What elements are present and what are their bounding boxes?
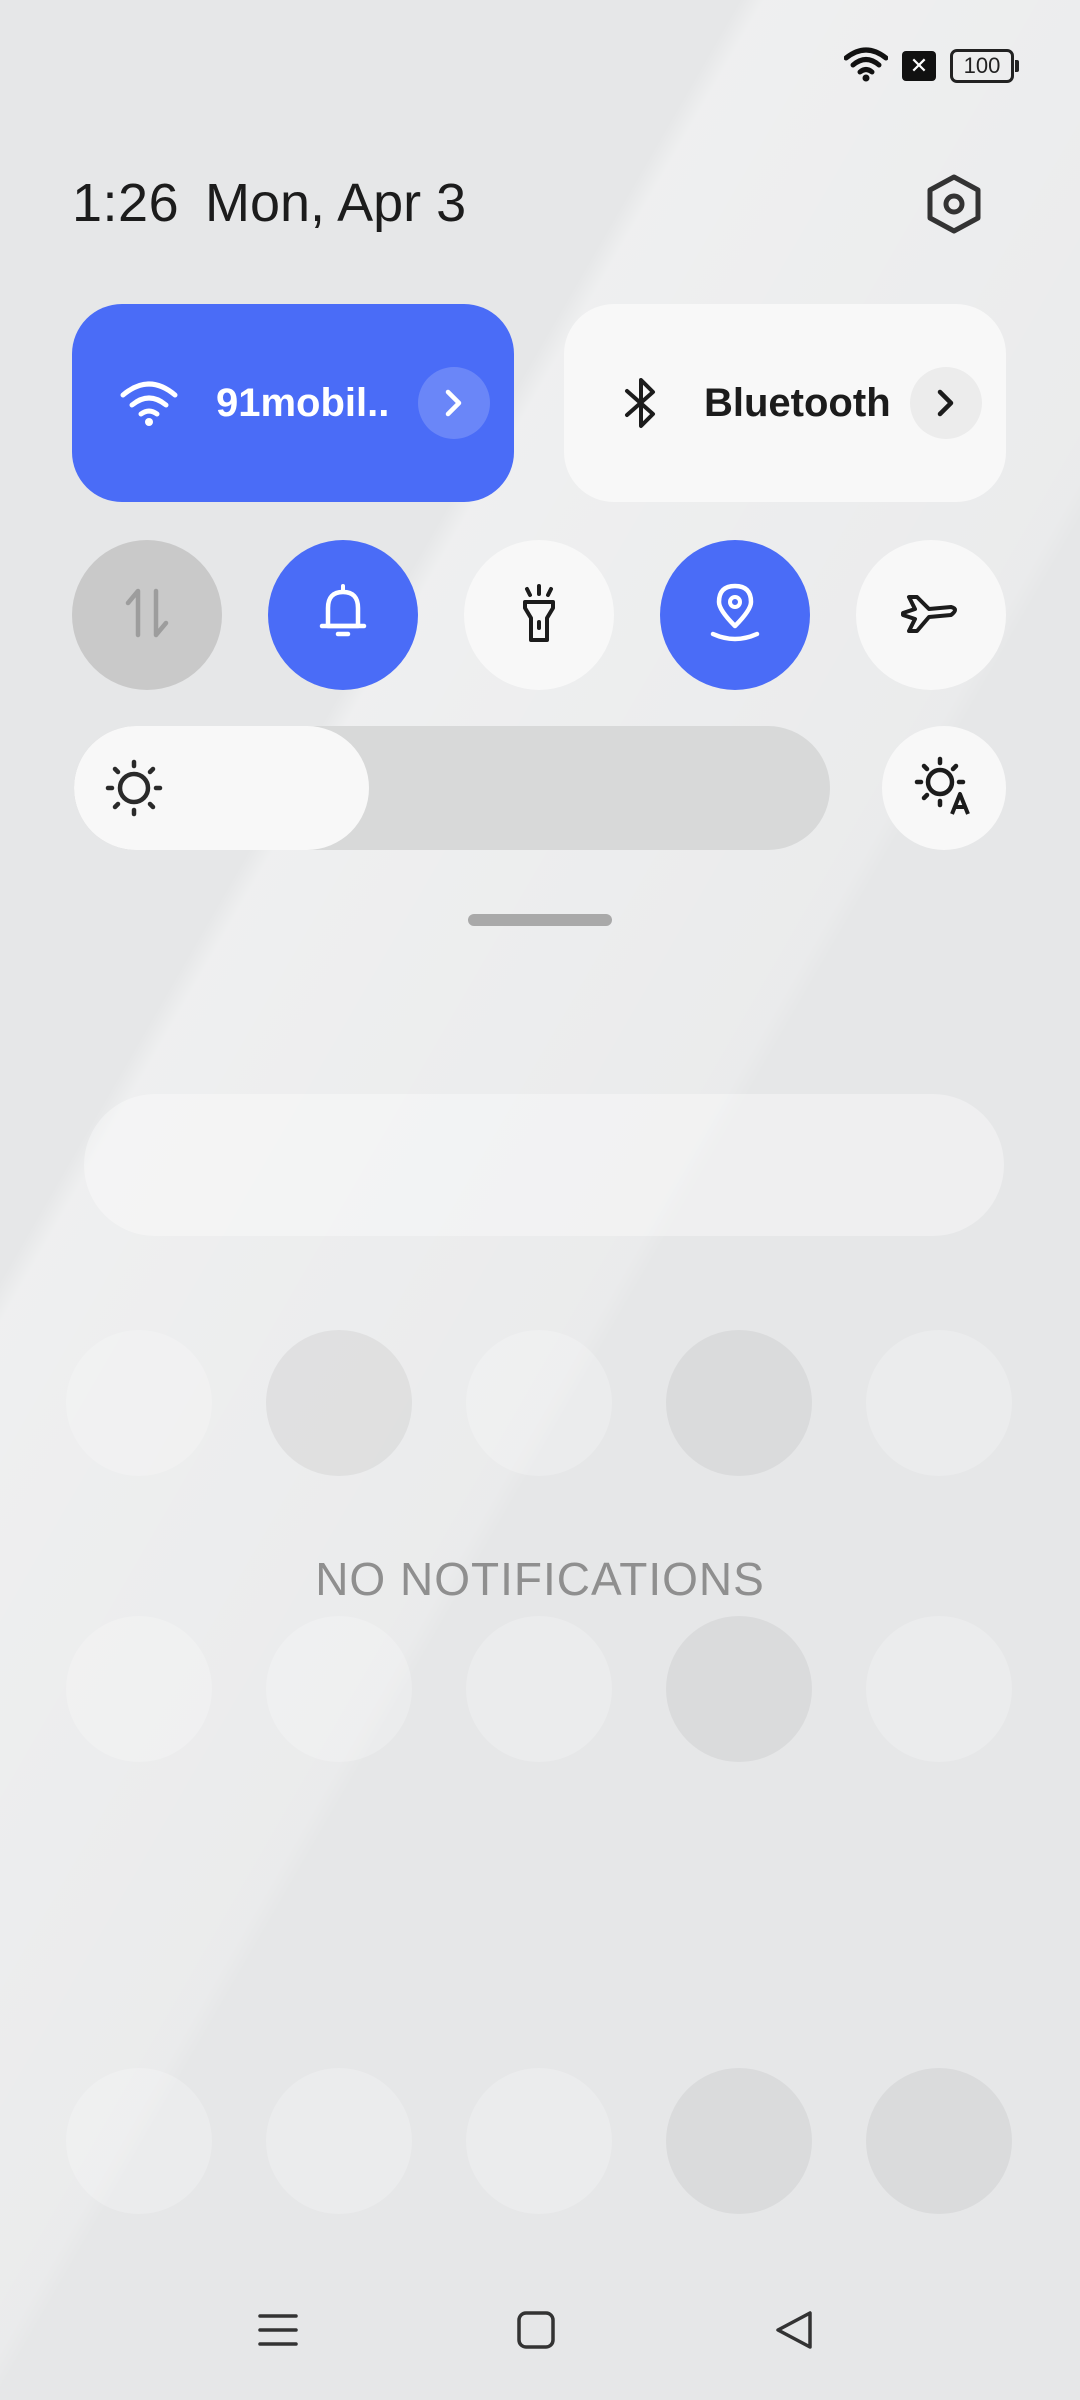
date: Mon, Apr 3 — [205, 173, 467, 233]
app-icon-ghost — [666, 1616, 812, 1762]
home-icon — [516, 2310, 556, 2355]
back-button[interactable] — [754, 2300, 834, 2364]
bluetooth-details-button[interactable] — [910, 367, 982, 439]
brightness-sun-icon — [104, 758, 164, 818]
app-icon-ghost — [66, 1616, 212, 1762]
wifi-icon — [116, 370, 182, 436]
dock-icon-ghost — [666, 2068, 812, 2214]
mobile-data-toggle[interactable] — [72, 540, 222, 690]
bluetooth-tile[interactable]: Bluetooth — [564, 304, 1006, 502]
airplane-icon — [899, 587, 963, 644]
app-icon-ghost — [866, 1330, 1012, 1476]
back-icon — [774, 2310, 814, 2355]
status-icons: ✕ 100 — [843, 44, 1019, 88]
brightness-slider[interactable] — [74, 726, 830, 850]
menu-icon — [258, 2310, 298, 2355]
no-notifications-text: NO NOTIFICATIONS — [315, 1553, 765, 1605]
dock-icon-ghost — [466, 2068, 612, 2214]
wifi-network-label: 91mobil.. — [216, 380, 390, 425]
settings-hex-icon — [924, 173, 984, 240]
bluetooth-label: Bluetooth — [704, 380, 891, 425]
settings-button[interactable] — [918, 170, 990, 242]
battery-icon: 100 — [950, 49, 1019, 83]
data-arrows-icon — [122, 585, 172, 646]
dock-icon-ghost — [66, 2068, 212, 2214]
app-icon-ghost — [466, 1330, 612, 1476]
wifi-tile[interactable]: 91mobil.. — [72, 304, 514, 502]
location-pin-icon — [707, 582, 763, 649]
wifi-icon — [843, 46, 889, 87]
dock-icon-ghost — [266, 2068, 412, 2214]
flashlight-icon — [517, 582, 561, 649]
app-icon-ghost — [266, 1330, 412, 1476]
sound-toggle[interactable] — [268, 540, 418, 690]
home-search-bar-ghost — [84, 1094, 1004, 1236]
app-icon-ghost — [66, 1330, 212, 1476]
app-icon-ghost — [866, 1616, 1012, 1762]
recent-apps-button[interactable] — [238, 2300, 318, 2364]
app-icon-ghost — [266, 1616, 412, 1762]
dock-icon-ghost — [866, 2068, 1012, 2214]
home-button[interactable] — [496, 2300, 576, 2364]
flashlight-toggle[interactable] — [464, 540, 614, 690]
app-icon-ghost — [666, 1330, 812, 1476]
location-toggle[interactable] — [660, 540, 810, 690]
app-icon-ghost — [466, 1616, 612, 1762]
bluetooth-icon — [608, 370, 674, 436]
auto-brightness-button[interactable] — [882, 726, 1006, 850]
sim-x-icon: ✕ — [902, 51, 936, 81]
clock: 1:26 — [72, 173, 180, 233]
panel-drag-handle[interactable] — [468, 914, 612, 926]
bell-icon — [316, 583, 370, 647]
airplane-mode-toggle[interactable] — [856, 540, 1006, 690]
wifi-details-button[interactable] — [418, 367, 490, 439]
auto-brightness-icon — [914, 756, 974, 821]
